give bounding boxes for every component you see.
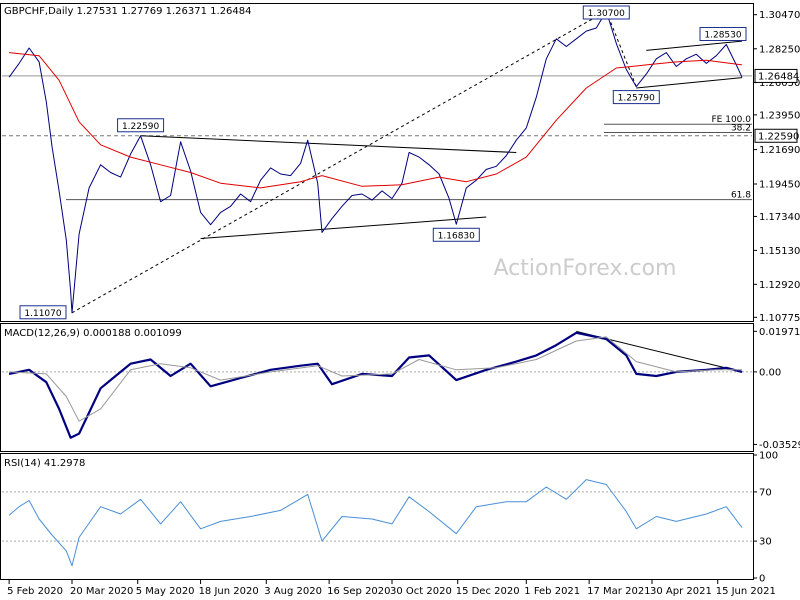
price-annotation-label: 1.22590 <box>122 122 159 132</box>
chart-background <box>0 0 800 600</box>
rsi-panel-title: RSI(14) 41.2978 <box>4 458 85 469</box>
x-tick-label: 20 Mar 2020 <box>70 586 133 597</box>
y-tick-label: 1.30470 <box>759 10 800 21</box>
y-tick-label: 70 <box>759 487 772 498</box>
price-annotation-label: 1.30700 <box>588 9 625 19</box>
y-tick-label: 1.10775 <box>759 313 800 324</box>
y-tick-label: 0 <box>759 574 765 585</box>
level-label: 61.8 <box>731 191 751 201</box>
x-tick-label: 30 Apr 2021 <box>650 586 712 597</box>
x-tick-label: 5 Feb 2020 <box>7 586 63 597</box>
x-tick-label: 18 Jun 2020 <box>199 586 259 597</box>
y-tick-label: 100 <box>759 451 778 462</box>
y-tick-label: -0.035295 <box>759 440 800 451</box>
x-tick-label: 16 Sep 2020 <box>327 586 390 597</box>
price-annotation-label: 1.25790 <box>618 94 655 104</box>
x-tick-label: 17 Mar 2021 <box>587 586 650 597</box>
price-annotation-label: 1.16830 <box>438 231 475 241</box>
y-tick-label: 1.23950 <box>759 110 800 121</box>
x-tick-label: 5 May 2020 <box>136 586 195 597</box>
y-tick-label: 1.15130 <box>759 246 800 257</box>
price-annotation-label: 1.28530 <box>704 30 741 40</box>
y-tick-label: 1.19450 <box>759 180 800 191</box>
level-label: 38.2 <box>731 124 751 134</box>
current-price-label: 1.26484 <box>758 71 799 82</box>
y-tick-label: 1.12920 <box>759 280 800 291</box>
y-tick-label: 1.17340 <box>759 212 800 223</box>
y-tick-label: 0.00 <box>759 367 781 378</box>
y-tick-label: 1.28250 <box>759 44 800 55</box>
watermark: ActionForex.com <box>494 256 677 281</box>
y-tick-label: 0.019718 <box>759 327 800 338</box>
level-price-label: 1.22590 <box>758 131 799 142</box>
x-tick-label: 15 Dec 2020 <box>456 586 520 597</box>
macd-panel-title: MACD(12,26,9) 0.000188 0.001099 <box>4 328 182 339</box>
forex-chart: ActionForex.com FE 100.038.261.81.307001… <box>0 0 800 600</box>
price-panel-title: GBPCHF,Daily 1.27531 1.27769 1.26371 1.2… <box>4 6 252 17</box>
price-annotation-label: 1.11070 <box>24 309 61 319</box>
y-tick-label: 1.21690 <box>759 145 800 156</box>
y-tick-label: 30 <box>759 537 772 548</box>
x-tick-label: 15 Jun 2021 <box>716 586 776 597</box>
x-tick-label: 1 Feb 2021 <box>524 586 580 597</box>
x-tick-label: 3 Aug 2020 <box>264 586 322 597</box>
x-tick-label: 30 Oct 2020 <box>390 586 452 597</box>
